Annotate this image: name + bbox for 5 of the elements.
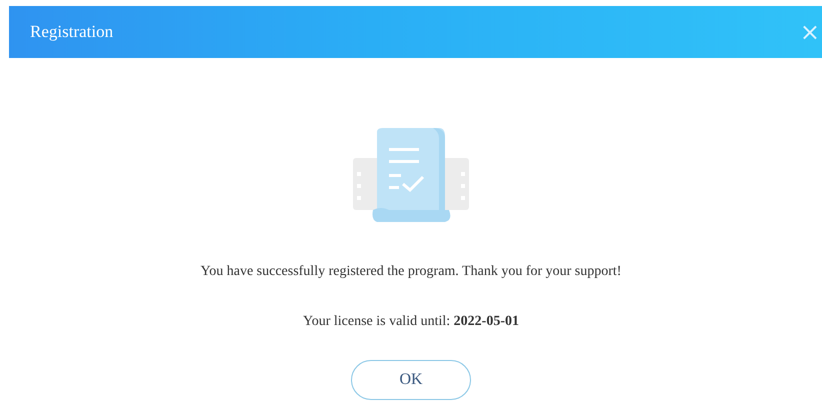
window-title: Registration bbox=[30, 22, 114, 42]
license-info: Your license is valid until: 2022-05-01 bbox=[303, 314, 519, 330]
success-message: You have successfully registered the program. Thank you for your support! bbox=[200, 264, 622, 280]
ok-button[interactable]: OK bbox=[351, 360, 471, 400]
document-check-icon bbox=[353, 128, 469, 224]
